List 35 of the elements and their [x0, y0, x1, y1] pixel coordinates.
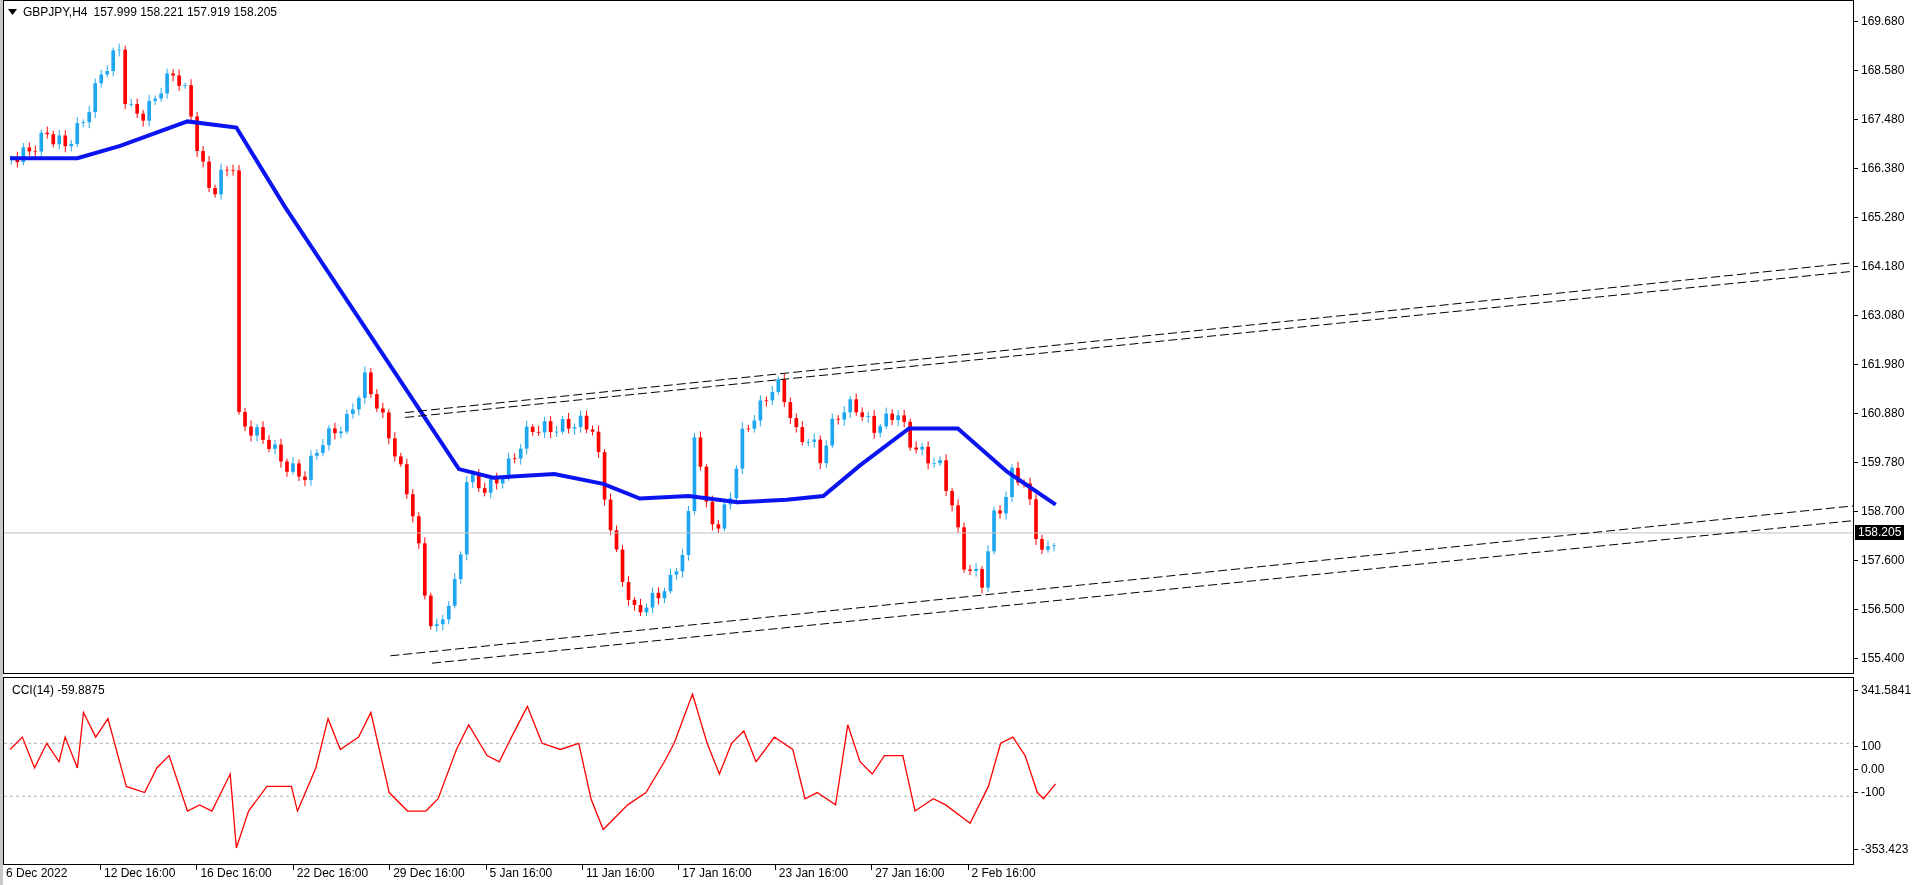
time-axis-label: 27 Jan 16:00 — [875, 865, 945, 881]
price-axis-label: 155.400 — [1861, 651, 1905, 665]
price-axis-label: 169.680 — [1861, 14, 1905, 28]
indicator-axis-label: 0.00 — [1861, 762, 1885, 776]
indicator-axis-label: -353.423 — [1861, 842, 1909, 856]
indicator-axis-label: 100 — [1861, 739, 1882, 753]
indicator-axis-label: -100 — [1861, 785, 1886, 799]
dropdown-triangle-icon[interactable] — [8, 9, 17, 15]
current-price-label: 158.205 — [1855, 525, 1905, 540]
time-axis-label: 2 Feb 16:00 — [971, 865, 1036, 881]
price-axis-label: 168.580 — [1861, 63, 1905, 77]
price-axis-label: 157.600 — [1861, 553, 1905, 567]
time-axis-label: 17 Jan 16:00 — [682, 865, 752, 881]
price-axis-label: 163.080 — [1861, 308, 1905, 322]
time-axis-label: 29 Dec 16:00 — [393, 865, 465, 881]
time-axis-label: 22 Dec 16:00 — [296, 865, 369, 881]
symbol-label: GBPJPY,H4 — [23, 6, 88, 18]
time-axis-label: 6 Dec 2022 — [6, 865, 68, 881]
price-axis-label: 156.500 — [1861, 602, 1905, 616]
price-axis-label: 164.180 — [1861, 259, 1905, 273]
indicator-axis-label: 341.5841 — [1861, 683, 1912, 697]
indicator-label: CCI(14) -59.8875 — [12, 684, 105, 696]
time-axis-label: 11 Jan 16:00 — [585, 865, 655, 881]
price-axis-label: 158.700 — [1861, 504, 1905, 518]
time-axis-label: 23 Jan 16:00 — [778, 865, 849, 881]
price-axis-label: 160.880 — [1861, 406, 1905, 420]
ohlc-values: 157.999 158.221 157.919 158.205 — [93, 6, 277, 18]
price-axis-label: 166.380 — [1861, 161, 1905, 175]
price-axis-label: 165.280 — [1861, 210, 1905, 224]
time-axis-label: 16 Dec 16:00 — [200, 865, 272, 881]
time-axis-label: 12 Dec 16:00 — [104, 865, 176, 881]
price-axis-label: 167.480 — [1861, 112, 1905, 126]
price-axis-label: 159.780 — [1861, 455, 1905, 469]
price-axis-label: 161.980 — [1861, 357, 1905, 371]
time-axis-label: 5 Jan 16:00 — [489, 865, 553, 881]
